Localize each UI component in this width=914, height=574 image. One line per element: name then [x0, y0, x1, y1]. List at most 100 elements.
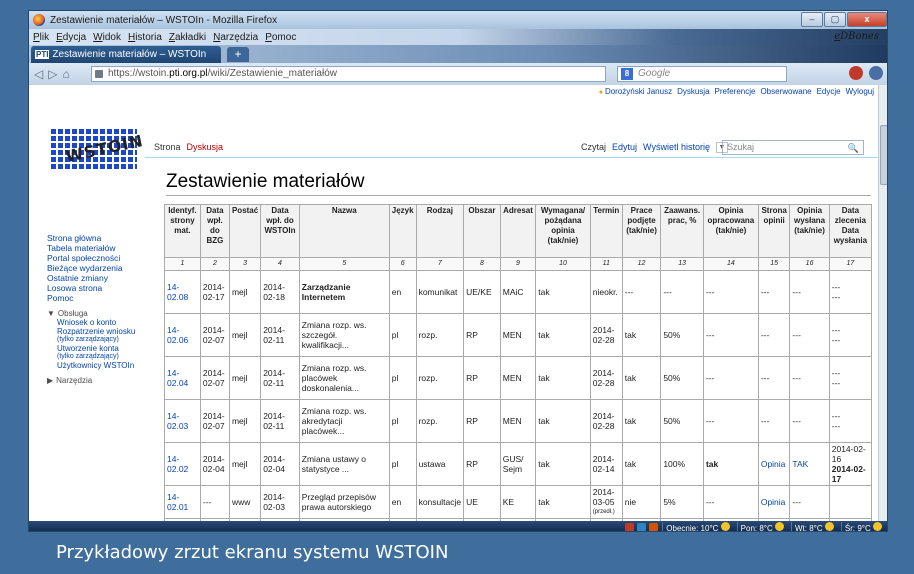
cell-type-text: rozp.: [418, 330, 438, 340]
tray-calendar-icon[interactable]: [649, 522, 659, 531]
cell-name: Przegląd przepisów prawa autorskiego: [298, 485, 390, 519]
tray-app-icon[interactable]: [625, 522, 635, 531]
col-number: 10: [535, 257, 591, 271]
back-icon[interactable]: ◁: [34, 67, 43, 81]
sidebar-item-main-page[interactable]: Strona główna: [47, 233, 171, 243]
cell-opinion-page-text[interactable]: Opinia: [761, 459, 786, 469]
sidebar-item-materials-table[interactable]: Tabela materiałów: [47, 243, 171, 253]
sidebar-item-help[interactable]: Pomoc: [47, 293, 171, 303]
cell-id-text[interactable]: 14-02.03: [167, 411, 188, 431]
watchlist-link[interactable]: Obserwowane: [760, 87, 811, 96]
minimize-button[interactable]: –: [801, 12, 823, 27]
browser-search-input[interactable]: 8 Google: [617, 66, 787, 82]
close-button[interactable]: x: [847, 12, 887, 27]
maximize-button[interactable]: ▢: [824, 12, 846, 27]
cell-addressee: KE: [499, 485, 537, 519]
menu-plik[interactable]: Plik: [33, 32, 49, 43]
home-icon[interactable]: ⌂: [62, 67, 69, 81]
user-talk-link[interactable]: Dyskusja: [677, 87, 709, 96]
cell-id-text[interactable]: 14-02.04: [167, 368, 188, 388]
sent-date: ---: [831, 421, 841, 431]
home-button-icon[interactable]: [869, 66, 883, 80]
sidebar-item-account-create[interactable]: Utworzenie konta: [47, 344, 171, 353]
sidebar-item-recent-changes[interactable]: Ostatnie zmiany: [47, 273, 171, 283]
weather-now[interactable]: Obecnie: 10°C: [662, 521, 732, 531]
browser-tab[interactable]: PTI Zestawienie materiałów – WSTOIn: [31, 46, 221, 63]
tray-network-icon[interactable]: [637, 522, 647, 531]
weather-wed[interactable]: Śr: 9°C: [840, 521, 885, 532]
menu-widok[interactable]: Widok: [93, 32, 121, 43]
cell-wstoin-date-text: 2014-02-18: [263, 282, 285, 302]
table-row: 14-02.06 2014-02-07 mejl 2014-02-11 Zmiana r…: [164, 313, 873, 357]
cell-deadline-text: 2014-03-05: [592, 487, 615, 507]
cell-opinion-sent-text[interactable]: TAK: [792, 459, 808, 469]
tab-edit[interactable]: Edytuj: [612, 142, 637, 153]
cell-id[interactable]: 14-02.06: [164, 313, 201, 357]
sidebar-section-obsluga[interactable]: ▼ Obsługa: [47, 309, 171, 318]
sidebar-section-tools[interactable]: ▶ Narzędzia: [47, 376, 171, 385]
cell-addressee-text: MEN: [502, 416, 522, 426]
menu-zakladki[interactable]: Zakładki: [169, 32, 206, 43]
forward-icon[interactable]: ▷: [48, 67, 57, 81]
scroll-thumb[interactable]: [880, 125, 887, 185]
wiki-search-input[interactable]: Szukaj 🔍: [722, 140, 864, 155]
cell-work-started: tak: [621, 313, 662, 357]
cell-addressee: MEN: [499, 399, 537, 443]
cell-id[interactable]: 14-02.08: [164, 270, 201, 314]
sidebar-item-community-portal[interactable]: Portal społeczności: [47, 253, 171, 263]
contributions-link[interactable]: Edycje: [817, 87, 841, 96]
cell-opinion-page-text[interactable]: Opinia: [761, 497, 786, 507]
col-id: Identyf. strony mat.: [164, 204, 201, 258]
cell-name: Zarządzanie Internetem: [298, 270, 390, 314]
cell-id-text[interactable]: 14-02.06: [167, 325, 188, 345]
menu-edycja[interactable]: Edycja: [56, 32, 86, 43]
menu-narzedzia[interactable]: Narzędzia: [213, 32, 258, 43]
sidebar-item-random-page[interactable]: Losowa strona: [47, 283, 171, 293]
addon-icon[interactable]: [849, 66, 863, 80]
slide-caption: Przykładowy zrzut ekranu systemu WSTOIN: [56, 542, 449, 563]
url-bar[interactable]: https://wstoin.pti.org.pl/wiki/Zestawien…: [91, 66, 661, 82]
cell-opinion-page[interactable]: Opinia: [757, 485, 791, 519]
weather-tue[interactable]: Wt: 8°C: [791, 521, 837, 531]
sidebar-item-request-review[interactable]: Rozpatrzenie wniosku: [47, 327, 171, 336]
cell-id-text[interactable]: 14-02.02: [167, 454, 188, 474]
weather-text: Śr: 9°C: [844, 523, 871, 532]
cell-work-started-text: tak: [624, 373, 637, 383]
tab-label: Zestawienie materiałów – WSTOIn: [52, 49, 207, 60]
menu-historia[interactable]: Historia: [128, 32, 162, 43]
taskbar: Obecnie: 10°C Pon: 8°C Wt: 8°C Śr: 9°C: [29, 521, 887, 532]
cell-id[interactable]: 14-02.03: [164, 399, 201, 443]
menu-pomoc[interactable]: Pomoc: [265, 32, 296, 43]
col-opinion-required: Wymagana/ pożądana opinia (tak/nie): [535, 204, 591, 258]
tab-page[interactable]: Strona: [154, 142, 181, 152]
cell-opinion-sent[interactable]: TAK: [789, 442, 830, 486]
cell-id[interactable]: 14-02.02: [164, 442, 201, 486]
site-logo[interactable]: WSTOIN: [51, 129, 145, 169]
vertical-scrollbar[interactable]: [878, 85, 887, 521]
cell-wstoin-date: 2014-02-11: [260, 356, 300, 400]
tab-history[interactable]: Wyświetl historię: [643, 142, 710, 153]
cell-id-text[interactable]: 14-02.01: [167, 492, 188, 512]
cell-form: www: [228, 485, 262, 519]
cell-id[interactable]: 14-02.01: [164, 485, 201, 519]
col-bzg-date: Data wpł. do BZG: [199, 204, 230, 258]
search-engine-icon[interactable]: 8: [621, 68, 633, 80]
col-type: Rodzaj: [415, 204, 465, 258]
new-tab-button[interactable]: +: [227, 47, 249, 62]
search-icon[interactable]: 🔍: [848, 142, 859, 155]
tab-discussion[interactable]: Dyskusja: [187, 142, 224, 152]
sidebar-item-users[interactable]: Użytkownicy WSTOIn: [47, 361, 171, 370]
user-link[interactable]: Dorożyński Janusz: [599, 87, 672, 96]
sidebar-item-current-events[interactable]: Bieżące wydarzenia: [47, 263, 171, 273]
cell-opinion-sent-text: ---: [792, 416, 801, 426]
preferences-link[interactable]: Preferencje: [715, 87, 756, 96]
cell-opinion-page[interactable]: Opinia: [757, 442, 791, 486]
weather-mon[interactable]: Pon: 8°C: [736, 521, 787, 531]
cell-wstoin-date: 2014-02-18: [260, 270, 300, 314]
tab-read[interactable]: Czytaj: [581, 142, 606, 153]
sidebar-item-account-request[interactable]: Wniosek o konto: [47, 318, 171, 327]
logout-link[interactable]: Wyloguj: [846, 87, 874, 96]
cell-id[interactable]: 14-02.04: [164, 356, 201, 400]
cell-id-text[interactable]: 14-02.08: [167, 282, 188, 302]
cell-progress: 100%: [660, 442, 704, 486]
